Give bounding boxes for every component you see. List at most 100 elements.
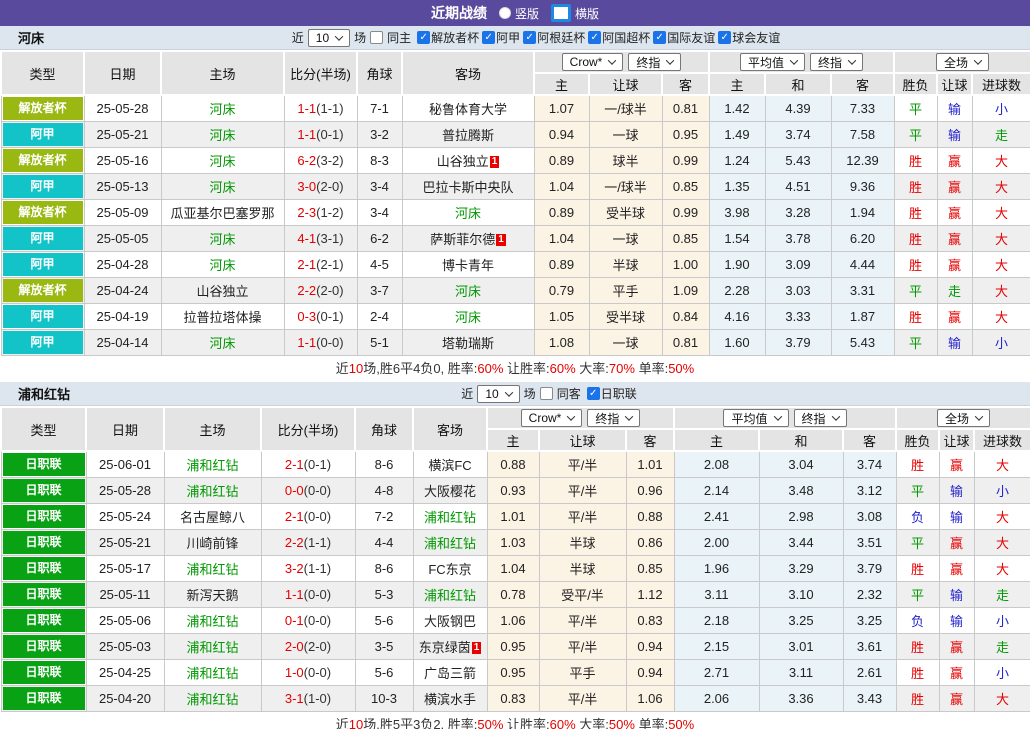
result-handicap: 赢 bbox=[939, 660, 974, 686]
league-filter-label: 阿甲 bbox=[496, 29, 520, 46]
average-select[interactable]: 平均值 bbox=[740, 53, 805, 71]
recent-count-select[interactable]: 10 bbox=[308, 29, 350, 47]
recent-count-select[interactable]: 10 bbox=[477, 385, 519, 403]
crow-handicap: 一球 bbox=[589, 226, 662, 252]
crow-handicap: 半球 bbox=[539, 530, 626, 556]
avg-draw-odds: 3.01 bbox=[759, 634, 843, 660]
result-goals: 大 bbox=[972, 278, 1030, 304]
same-venue-checkbox[interactable] bbox=[540, 387, 553, 400]
avg-home-odds: 2.71 bbox=[674, 660, 759, 686]
average-select[interactable]: 平均值 bbox=[723, 409, 788, 427]
final-odds-select[interactable]: 终指 bbox=[628, 53, 681, 71]
league-badge: 解放者杯 bbox=[3, 201, 83, 224]
result-goals: 大 bbox=[974, 686, 1030, 712]
scope-select[interactable]: 全场 bbox=[937, 409, 990, 427]
league-filter-checkbox[interactable]: ✓ bbox=[587, 387, 600, 400]
score-cell: 6-2(3-2) bbox=[284, 148, 357, 174]
result-goals: 大 bbox=[972, 226, 1030, 252]
away-team-cell: 浦和红钻 bbox=[413, 582, 487, 608]
home-team-cell: 河床 bbox=[161, 148, 284, 174]
date-cell: 25-05-13 bbox=[84, 174, 161, 200]
crow-home-odds: 1.05 bbox=[534, 304, 589, 330]
league-filter-checkbox[interactable]: ✓ bbox=[588, 31, 601, 44]
same-venue-checkbox[interactable] bbox=[370, 31, 383, 44]
league-filter-checkbox[interactable]: ✓ bbox=[718, 31, 731, 44]
home-team-cell: 河床 bbox=[161, 226, 284, 252]
match-row: 解放者杯25-05-28河床1-1(1-1)7-1秘鲁体育大学1.07一/球半0… bbox=[1, 95, 1030, 122]
score-cell: 2-2(2-0) bbox=[284, 278, 357, 304]
home-team-cell: 拉普拉塔体操 bbox=[161, 304, 284, 330]
scope-select[interactable]: 全场 bbox=[936, 53, 989, 71]
crow-away-odds: 1.12 bbox=[626, 582, 674, 608]
result-handicap: 赢 bbox=[939, 634, 974, 660]
home-team-cell: 河床 bbox=[161, 174, 284, 200]
result-handicap: 赢 bbox=[937, 226, 972, 252]
chevron-down-icon bbox=[567, 412, 575, 420]
league-badge: 阿甲 bbox=[3, 175, 83, 198]
league-cell: 阿甲 bbox=[1, 252, 84, 278]
avg-away-odds: 1.94 bbox=[831, 200, 894, 226]
avg-away-odds: 6.20 bbox=[831, 226, 894, 252]
games-label: 场 bbox=[354, 29, 366, 46]
avg-home-odds: 1.96 bbox=[674, 556, 759, 582]
result-handicap: 走 bbox=[937, 278, 972, 304]
crow-handicap: 半球 bbox=[539, 556, 626, 582]
col-date: 日期 bbox=[86, 407, 164, 451]
avg-draw-odds: 3.11 bbox=[759, 660, 843, 686]
home-team-cell: 浦和红钻 bbox=[164, 556, 261, 582]
league-cell: 日职联 bbox=[1, 686, 86, 712]
crow-home-odds: 0.89 bbox=[534, 148, 589, 174]
league-filter-checkbox[interactable]: ✓ bbox=[417, 31, 430, 44]
odds-source-select[interactable]: Crow* bbox=[562, 53, 624, 71]
date-cell: 25-04-20 bbox=[86, 686, 164, 712]
date-cell: 25-04-24 bbox=[84, 278, 161, 304]
league-filter-checkbox[interactable]: ✓ bbox=[653, 31, 666, 44]
home-team-cell: 浦和红钻 bbox=[164, 608, 261, 634]
league-filter-checkbox[interactable]: ✓ bbox=[482, 31, 495, 44]
result-goals: 大 bbox=[974, 556, 1030, 582]
avg-draw-odds: 3.79 bbox=[765, 330, 831, 356]
match-row: 日职联25-05-28浦和红钻0-0(0-0)4-8大阪樱花0.93平/半0.9… bbox=[1, 478, 1030, 504]
final-average-select[interactable]: 终指 bbox=[794, 409, 847, 427]
result-outcome: 平 bbox=[896, 530, 939, 556]
chevron-down-icon bbox=[790, 56, 798, 64]
result-outcome: 胜 bbox=[894, 148, 937, 174]
result-outcome: 负 bbox=[896, 504, 939, 530]
col-result-wdl: 胜负 bbox=[896, 429, 939, 451]
layout-option-horizontal[interactable]: 横版 bbox=[551, 4, 599, 22]
corners-cell: 8-6 bbox=[355, 556, 413, 582]
league-filter-group: ✓解放者杯✓阿甲✓阿根廷杯✓阿国超杯✓国际友谊✓球会友谊 bbox=[417, 29, 782, 46]
away-team-cell: 巴拉卡斯中央队 bbox=[402, 174, 534, 200]
home-team-cell: 河床 bbox=[161, 330, 284, 356]
score-cell: 2-1(0-0) bbox=[261, 504, 355, 530]
odds-source-select[interactable]: Crow* bbox=[521, 409, 583, 427]
results-table-river-plate: 类型 日期 主场 比分(半场) 角球 客场 Crow* 终指 平均值 终指 bbox=[0, 50, 1030, 356]
crow-handicap: 平/半 bbox=[539, 634, 626, 660]
avg-draw-odds: 3.48 bbox=[759, 478, 843, 504]
home-team-cell: 浦和红钻 bbox=[164, 451, 261, 478]
final-average-select[interactable]: 终指 bbox=[810, 53, 863, 71]
layout-option-vertical[interactable]: 竖版 bbox=[499, 5, 539, 22]
league-badge: 日职联 bbox=[3, 661, 85, 684]
vertical-radio-icon[interactable] bbox=[499, 7, 511, 19]
league-cell: 日职联 bbox=[1, 478, 86, 504]
crow-handicap: 一球 bbox=[589, 122, 662, 148]
crow-home-odds: 0.88 bbox=[487, 451, 539, 478]
avg-home-odds: 3.98 bbox=[709, 200, 765, 226]
col-crow-away: 客 bbox=[662, 73, 709, 95]
horizontal-radio-icon[interactable] bbox=[551, 4, 571, 22]
avg-home-odds: 4.16 bbox=[709, 304, 765, 330]
avg-home-odds: 1.90 bbox=[709, 252, 765, 278]
same-venue-label: 同主 bbox=[387, 29, 411, 46]
league-filter-checkbox[interactable]: ✓ bbox=[523, 31, 536, 44]
league-cell: 日职联 bbox=[1, 556, 86, 582]
avg-away-odds: 3.08 bbox=[843, 504, 896, 530]
result-outcome: 胜 bbox=[894, 252, 937, 278]
col-corners: 角球 bbox=[355, 407, 413, 451]
result-goals: 小 bbox=[974, 478, 1030, 504]
final-odds-select[interactable]: 终指 bbox=[587, 409, 640, 427]
avg-home-odds: 1.24 bbox=[709, 148, 765, 174]
crow-home-odds: 0.95 bbox=[487, 660, 539, 686]
avg-home-odds: 2.06 bbox=[674, 686, 759, 712]
col-result-handicap: 让球 bbox=[939, 429, 974, 451]
